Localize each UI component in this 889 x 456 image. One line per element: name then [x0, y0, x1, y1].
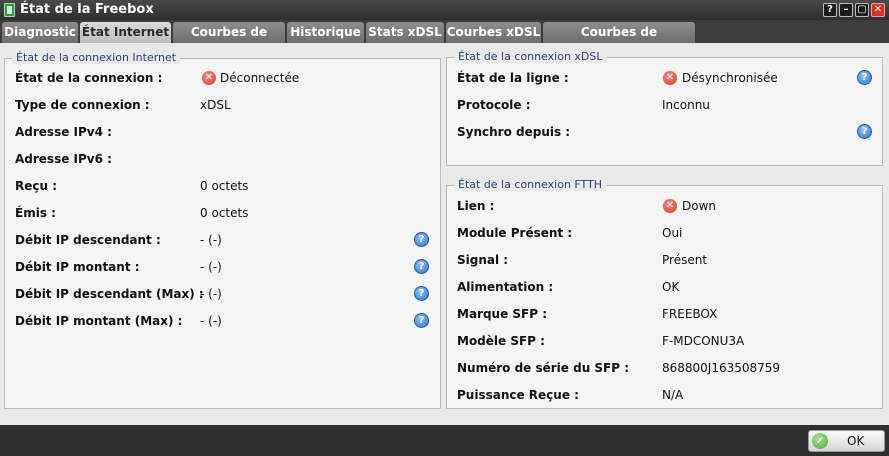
tab-courbes-de-debit[interactable]: Courbes de Débit	[173, 22, 285, 60]
received-power-value: N/A	[662, 388, 684, 402]
connection-state-label: État de la connexion :	[15, 71, 163, 85]
power-supply-label: Alimentation :	[457, 280, 554, 294]
ok-button[interactable]: ✓ OK	[808, 430, 885, 452]
received-power-label: Puissance Reçue :	[457, 388, 579, 402]
internet-connection-panel: État de la connexion Internet État de la…	[4, 51, 441, 409]
minimize-window-button[interactable]: –	[839, 3, 853, 17]
ftth-panel-legend: État de la connexion FTTH	[454, 178, 607, 191]
line-state-label: État de la ligne :	[457, 71, 569, 85]
tab-stats-xdsl[interactable]: Stats xDSL	[366, 22, 444, 43]
line-state-help-icon[interactable]: ?	[857, 70, 872, 85]
freebox-app-icon	[4, 3, 15, 17]
ip-down-rate-max-help-icon[interactable]: ?	[414, 286, 429, 301]
module-present-value: Oui	[662, 226, 683, 240]
sync-since-label: Synchro depuis :	[457, 125, 571, 139]
sfp-brand-value: FREEBOX	[662, 307, 718, 321]
bottom-bar: ✓ OK	[0, 425, 889, 456]
sfp-serial-label: Numéro de série du SFP :	[457, 361, 630, 375]
check-icon: ✓	[812, 433, 828, 449]
connection-error-icon: ✕	[202, 71, 216, 85]
tab-content: État de la connexion Internet État de la…	[0, 43, 889, 425]
tab-courbes-xdsl[interactable]: Courbes xDSL	[446, 22, 541, 43]
xdsl-panel-legend: État de la connexion xDSL	[454, 50, 607, 63]
tab-bar: Diagnostic État Internet Courbes de Débi…	[0, 21, 889, 60]
signal-label: Signal :	[457, 253, 509, 267]
ip-down-rate-value: - (-)	[200, 233, 222, 247]
ip-up-rate-max-help-icon[interactable]: ?	[414, 313, 429, 328]
sfp-brand-label: Marque SFP :	[457, 307, 548, 321]
ip-up-rate-value: - (-)	[200, 260, 222, 274]
ip-down-rate-max-label: Débit IP descendant (Max) :	[15, 287, 204, 301]
line-error-icon: ✕	[663, 71, 677, 85]
received-label: Reçu :	[15, 179, 58, 193]
ip-up-rate-help-icon[interactable]: ?	[414, 259, 429, 274]
tab-courbes-de-temperature[interactable]: Courbes de température	[543, 22, 695, 60]
sfp-model-label: Modèle SFP :	[457, 334, 545, 348]
ipv4-address-label: Adresse IPv4 :	[15, 125, 112, 139]
module-present-label: Module Présent :	[457, 226, 573, 240]
sfp-model-value: F-MDCONU3A	[662, 334, 745, 348]
sfp-serial-value: 868800J163508759	[662, 361, 781, 375]
protocol-label: Protocole :	[457, 98, 531, 112]
link-error-icon: ✕	[663, 199, 677, 213]
received-value: 0 octets	[200, 179, 249, 193]
connection-type-value: xDSL	[200, 98, 231, 112]
title-bar[interactable]: État de la Freebox ? – ▢ ✕	[0, 0, 889, 20]
tab-diagnostic[interactable]: Diagnostic	[2, 22, 78, 43]
connection-state-value: Déconnectée	[220, 71, 300, 85]
link-value: Down	[682, 199, 717, 213]
ipv6-address-label: Adresse IPv6 :	[15, 152, 112, 166]
tab-etat-internet[interactable]: État Internet	[80, 22, 171, 43]
sent-label: Émis :	[15, 206, 56, 220]
window-title: État de la Freebox	[20, 2, 154, 17]
close-window-button[interactable]: ✕	[871, 3, 885, 17]
freebox-status-window: État de la Freebox ? – ▢ ✕ Diagnostic Ét…	[0, 0, 889, 456]
internet-panel-legend: État de la connexion Internet	[12, 51, 181, 64]
line-state-value: Désynchronisée	[682, 71, 778, 85]
sync-since-help-icon[interactable]: ?	[857, 124, 872, 139]
ip-up-rate-max-value: - (-)	[200, 314, 222, 328]
connection-type-label: Type de connexion :	[15, 98, 150, 112]
protocol-value: Inconnu	[662, 98, 710, 112]
signal-value: Présent	[662, 253, 708, 267]
ftth-connection-panel: État de la connexion FTTH Lien : ✕ Down …	[446, 178, 883, 409]
ip-down-rate-label: Débit IP descendant :	[15, 233, 161, 247]
ip-up-rate-label: Débit IP montant :	[15, 260, 140, 274]
sent-value: 0 octets	[200, 206, 249, 220]
ip-down-rate-help-icon[interactable]: ?	[414, 232, 429, 247]
tab-historique[interactable]: Historique	[287, 22, 364, 43]
xdsl-connection-panel: État de la connexion xDSL État de la lig…	[446, 50, 883, 166]
maximize-window-button[interactable]: ▢	[855, 3, 869, 17]
ip-down-rate-max-value: - (-)	[200, 287, 222, 301]
ip-up-rate-max-label: Débit IP montant (Max) :	[15, 314, 183, 328]
link-label: Lien :	[457, 199, 495, 213]
ok-button-label: OK	[847, 434, 865, 448]
power-supply-value: OK	[662, 280, 680, 294]
help-window-button[interactable]: ?	[823, 3, 837, 17]
